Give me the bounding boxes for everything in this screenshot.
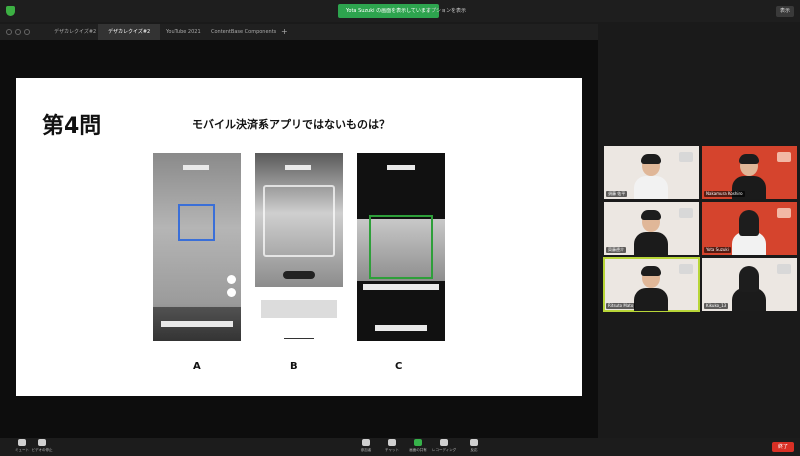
background-decoration — [679, 152, 693, 162]
background-decoration — [777, 264, 791, 274]
top-bar: Yota Suzuki の画面を表示しています オプションを表示 表示 — [0, 0, 800, 22]
background-decoration — [679, 264, 693, 274]
participant-video — [634, 210, 668, 255]
participant-video — [634, 266, 668, 311]
browser-tab[interactable]: デザカレクイズ#2 — [44, 24, 106, 40]
meeting-controls: ミュート ビデオの停止 参加者 チャット 画面の共有 レコーディング 反応 終了 — [0, 438, 800, 456]
browser-tab-active[interactable]: デザカレクイズ#2 — [98, 24, 161, 40]
chat-bubble-icon — [388, 439, 396, 446]
new-tab-plus-icon[interactable]: + — [281, 24, 288, 40]
video-label: ビデオの停止 — [31, 448, 53, 452]
app-screenshot-c — [357, 153, 445, 341]
view-button[interactable]: 表示 — [775, 6, 794, 17]
option-label-a: A — [193, 361, 201, 372]
participant-name: Ritsuto Mato — [606, 303, 636, 309]
body — [634, 288, 668, 311]
participant-gallery: 須藤 佑平 Nakamura Koshiro 齊藤遼介 Yota Suzuki … — [603, 146, 798, 312]
app-screenshot-a — [153, 153, 241, 341]
mouse-cursor-icon: ➤ — [568, 222, 575, 231]
info-icon — [227, 288, 236, 297]
scan-frame-green — [369, 215, 433, 279]
zoom-window: Yota Suzuki の画面を表示しています オプションを表示 表示 デザカレ… — [0, 0, 800, 456]
body — [634, 232, 668, 255]
option-label-b: B — [290, 361, 298, 372]
header-bar — [183, 165, 209, 170]
header-bar — [285, 165, 311, 170]
end-meeting-button[interactable]: 終了 — [771, 442, 794, 452]
security-shield-icon[interactable] — [6, 6, 15, 16]
option-label-c: C — [395, 361, 403, 372]
hair — [641, 266, 661, 276]
stop-video-button[interactable]: ビデオの停止 — [22, 439, 62, 453]
browser-tab-bar: デザカレクイズ#2 デザカレクイズ#2 YouTube 2021 Content… — [0, 24, 598, 40]
hair — [739, 154, 759, 164]
app-screenshot-b — [255, 153, 343, 287]
video-tile[interactable]: Nakamura Koshiro — [702, 146, 797, 199]
participants-icon — [362, 439, 370, 446]
video-camera-icon — [38, 439, 46, 446]
video-tile[interactable]: Yota Suzuki — [702, 202, 797, 255]
view-options-menu[interactable]: オプションを表示 — [420, 4, 472, 18]
dark-header — [357, 153, 445, 175]
participant-video — [634, 154, 668, 199]
divider-line — [284, 338, 314, 339]
browser-tab[interactable]: ContentBase Components — [201, 24, 286, 40]
question-number: 第4問 — [42, 114, 102, 139]
participant-name: 須藤 佑平 — [606, 191, 628, 197]
share-screen-icon — [414, 439, 422, 446]
bottom-button-bar — [161, 321, 233, 327]
bottom-button-bar — [375, 325, 427, 331]
scan-frame-white — [263, 185, 335, 257]
video-tile[interactable]: Kikuko_13 — [702, 258, 797, 311]
background-decoration — [777, 208, 791, 218]
body — [634, 176, 668, 199]
capture-pill — [283, 271, 315, 279]
video-tile-active-speaker[interactable]: Ritsuto Mato — [603, 257, 700, 312]
flash-icon — [227, 275, 236, 284]
gray-block — [261, 300, 337, 318]
participant-video — [732, 210, 766, 255]
question-text: モバイル決済系アプリではないものは？ — [192, 118, 390, 131]
record-icon — [440, 439, 448, 446]
quiz-slide: 第4問 モバイル決済系アプリではないものは？ A B C — [16, 78, 582, 396]
hair — [641, 154, 661, 164]
background-decoration — [777, 152, 791, 162]
info-bar — [363, 284, 439, 290]
hair — [739, 210, 759, 236]
participant-name: Yota Suzuki — [704, 247, 731, 253]
hair — [641, 210, 661, 220]
minimize-window-icon[interactable] — [15, 29, 21, 35]
video-tile[interactable]: 齊藤遼介 — [604, 202, 699, 255]
participant-video — [732, 266, 766, 311]
header-bar — [387, 165, 415, 170]
close-window-icon[interactable] — [6, 29, 12, 35]
reactions-button[interactable]: 反応 — [454, 439, 494, 453]
reactions-label: 反応 — [470, 448, 478, 452]
scan-frame-blue — [178, 204, 215, 241]
participant-name: Nakamura Koshiro — [704, 191, 745, 197]
background-decoration — [679, 208, 693, 218]
video-tile[interactable]: 須藤 佑平 — [604, 146, 699, 199]
participant-name: 齊藤遼介 — [606, 247, 626, 253]
hair — [739, 266, 759, 292]
smiley-icon — [470, 439, 478, 446]
participant-name: Kikuko_13 — [704, 303, 729, 309]
maximize-window-icon[interactable] — [24, 29, 30, 35]
